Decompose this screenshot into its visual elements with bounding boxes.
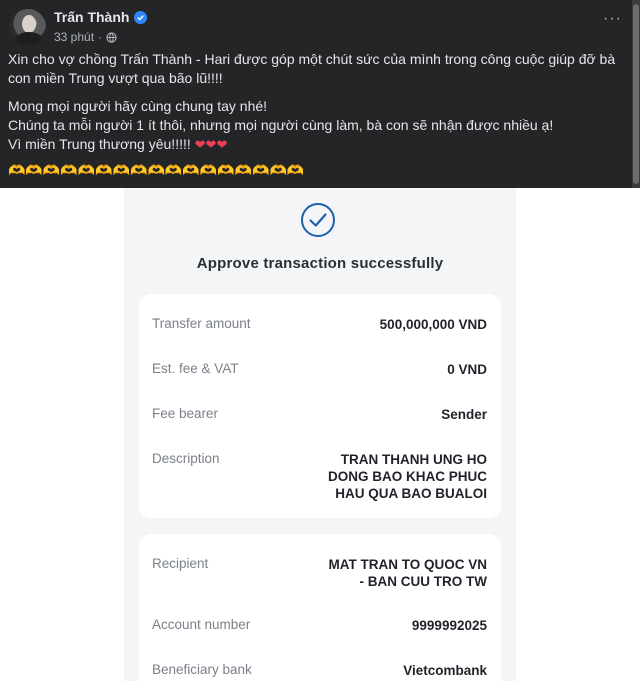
recipient-line-2: - BAN CUU TRO TW — [359, 574, 487, 589]
detail-label: Transfer amount — [152, 316, 251, 331]
post-author: Trấn Thành — [54, 9, 148, 25]
description-line-3: HAU QUA BAO BUALOI — [335, 486, 487, 501]
post-meta: 33 phút · — [54, 30, 117, 44]
author-name[interactable]: Trấn Thành — [54, 9, 129, 25]
detail-label: Est. fee & VAT — [152, 361, 239, 376]
verified-icon — [134, 10, 148, 24]
hearts-emoji: ❤❤❤ — [194, 137, 228, 152]
receipt-title: Approve transaction successfully — [196, 255, 444, 272]
detail-label: Account number — [152, 617, 251, 632]
facebook-post: Trấn Thành 33 phút · ··· Xin cho vợ chồn… — [0, 0, 640, 188]
success-check-icon — [301, 203, 335, 237]
scrollbar[interactable] — [632, 0, 640, 188]
detail-label: Beneficiary bank — [152, 662, 252, 677]
meta-separator: · — [98, 30, 103, 44]
detail-value: Sender — [441, 407, 487, 422]
detail-label: Recipient — [152, 556, 209, 571]
recipient-details-card: Recipient MAT TRAN TO QUOC VN - BAN CUU … — [139, 534, 501, 694]
post-line-3-text: Vì miền Trung thương yêu!!!!! — [8, 136, 195, 152]
avatar[interactable] — [10, 9, 46, 45]
detail-value: Vietcombank — [403, 663, 487, 678]
emoji-row: 🫶🫶🫶🫶🫶🫶🫶🫶🫶🫶🫶🫶🫶🫶🫶🫶🫶 — [8, 162, 305, 178]
detail-value: 9999992025 — [411, 618, 487, 633]
post-line-2: Chúng ta mỗi người 1 ít thôi, nhưng mọi … — [8, 117, 554, 133]
detail-label: Description — [152, 451, 220, 466]
globe-icon — [106, 31, 117, 43]
more-options-icon[interactable]: ··· — [603, 11, 622, 27]
detail-value: TRAN THANH UNG HO DONG BAO KHAC PHUC HAU… — [328, 451, 487, 502]
description-line-2: DONG BAO KHAC PHUC — [327, 469, 487, 484]
scrollbar-thumb[interactable] — [633, 4, 639, 184]
detail-value: MAT TRAN TO QUOC VN - BAN CUU TRO TW — [329, 556, 488, 590]
post-line-1: Mong mọi người hãy cùng chung tay nhé! — [8, 98, 268, 114]
post-line-3: Vì miền Trung thương yêu!!!!! ❤❤❤ — [8, 135, 628, 154]
transaction-receipt: Approve transaction successfully Transfe… — [124, 188, 516, 694]
description-line-1: TRAN THANH UNG HO — [340, 452, 487, 467]
post-paragraph-1: Xin cho vợ chồng Trấn Thành - Hari được … — [8, 51, 616, 86]
recipient-line-1: MAT TRAN TO QUOC VN — [328, 557, 488, 572]
post-body: Xin cho vợ chồng Trấn Thành - Hari được … — [8, 50, 628, 180]
detail-label: Fee bearer — [152, 406, 219, 421]
transfer-details-card: Transfer amount 500,000,000 VND Est. fee… — [139, 294, 501, 518]
post-time[interactable]: 33 phút — [54, 30, 94, 44]
detail-value: 0 VND — [447, 362, 487, 377]
detail-value: 500,000,000 VND — [379, 317, 487, 332]
